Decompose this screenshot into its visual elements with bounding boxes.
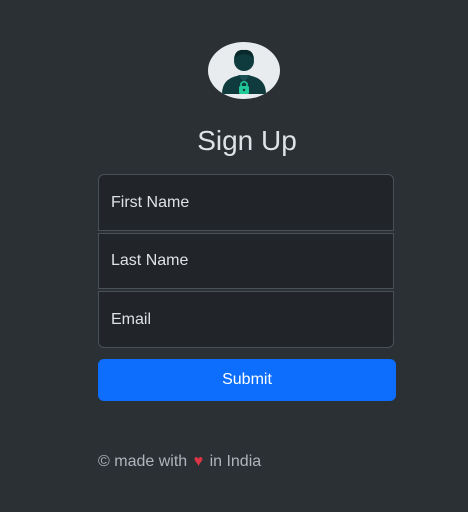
email-input[interactable] bbox=[98, 291, 394, 348]
footer: © made with ♥ in India bbox=[98, 451, 261, 473]
first-name-input[interactable] bbox=[98, 174, 394, 231]
heart-icon: ♥ bbox=[193, 453, 204, 470]
submit-button[interactable]: Submit bbox=[98, 359, 396, 401]
page-title: Sign Up bbox=[197, 125, 297, 156]
footer-suffix: in India bbox=[209, 453, 262, 470]
last-name-input[interactable] bbox=[98, 233, 394, 289]
footer-prefix: © made with bbox=[98, 453, 188, 470]
user-avatar-icon bbox=[208, 42, 280, 99]
